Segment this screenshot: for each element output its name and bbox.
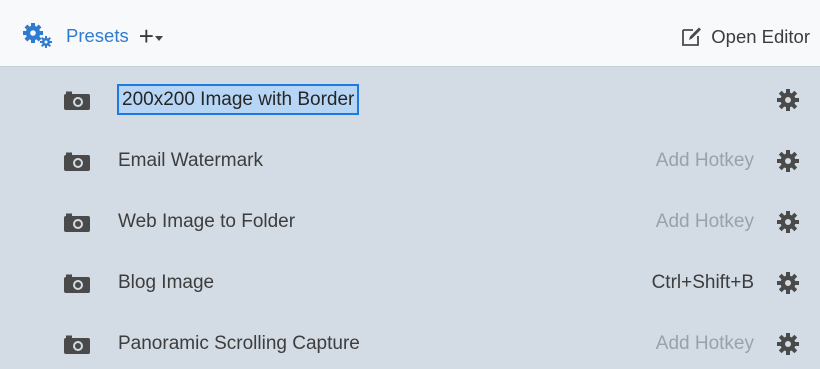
preset-settings-gear-icon[interactable] [776,332,800,356]
plus-icon[interactable]: + [139,23,154,49]
preset-row[interactable]: 200x200 Image with Border [0,67,820,128]
preset-name[interactable]: Blog Image [118,271,214,295]
preset-name[interactable]: Web Image to Folder [118,210,295,234]
preset-row[interactable]: Blog Image Ctrl+Shift+B [0,250,820,311]
add-hotkey-link[interactable]: Add Hotkey [656,332,754,356]
preset-row[interactable]: Web Image to Folder Add Hotkey [0,189,820,250]
camera-icon [64,152,90,171]
hotkey-label[interactable]: Ctrl+Shift+B [652,271,754,295]
add-hotkey-link[interactable]: Add Hotkey [656,210,754,234]
presets-menu[interactable]: Presets + [22,23,163,49]
camera-icon [64,335,90,354]
open-editor-label[interactable]: Open Editor [711,25,810,49]
preset-settings-gear-icon[interactable] [776,149,800,173]
preset-settings-gear-icon[interactable] [776,88,800,112]
presets-list: 200x200 Image with Border Email Watermar… [0,67,820,369]
caret-down-icon[interactable] [154,35,163,41]
add-preset-button[interactable]: + [139,23,163,49]
open-editor-button[interactable]: Open Editor [679,24,810,50]
add-hotkey-link[interactable]: Add Hotkey [656,149,754,173]
preset-settings-gear-icon[interactable] [776,271,800,295]
camera-icon [64,213,90,232]
preset-name[interactable]: Panoramic Scrolling Capture [118,332,360,356]
preset-row[interactable]: Email Watermark Add Hotkey [0,128,820,189]
preset-name[interactable]: Email Watermark [118,149,263,173]
preset-settings-gear-icon[interactable] [776,210,800,234]
preset-name-input[interactable]: 200x200 Image with Border [117,84,360,115]
camera-icon [64,91,90,110]
presets-panel: Presets + Open Editor 200x200 Image with… [0,0,820,369]
presets-label[interactable]: Presets [66,24,129,48]
edit-icon[interactable] [679,25,703,49]
gears-icon[interactable] [22,23,56,49]
preset-row[interactable]: Panoramic Scrolling Capture Add Hotkey [0,311,820,369]
presets-header: Presets + Open Editor [0,0,820,67]
camera-icon [64,274,90,293]
